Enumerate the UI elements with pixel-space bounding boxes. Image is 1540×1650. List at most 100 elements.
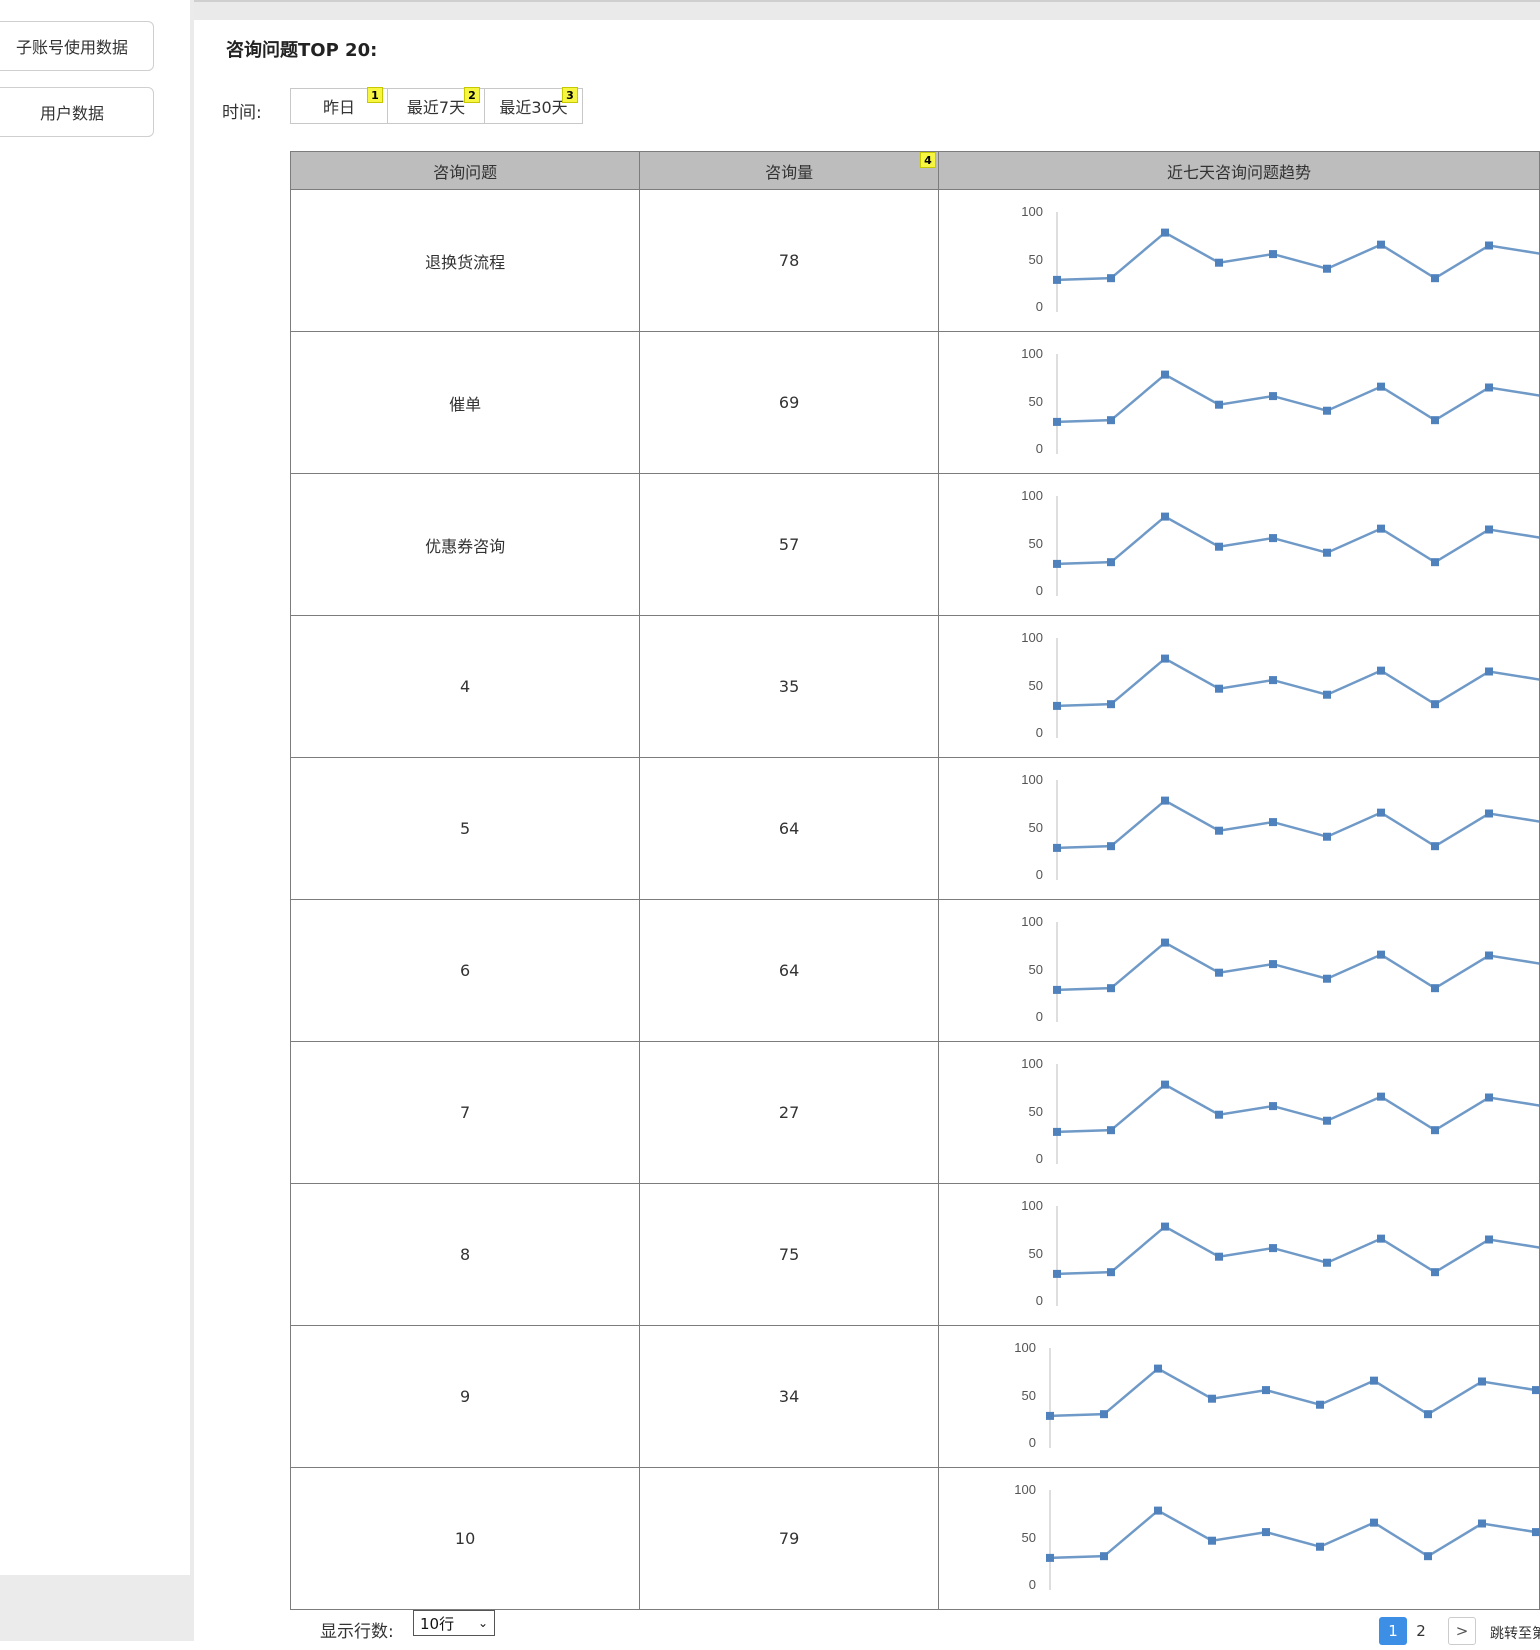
data-point <box>1214 400 1223 409</box>
y-tick-label: 100 <box>1021 772 1043 787</box>
data-point <box>1376 666 1385 675</box>
data-point <box>1484 1235 1493 1244</box>
trend-series-line <box>1056 941 1539 992</box>
table-footer: 显示行数: 10行 ⌄ 1 2 > 跳转至第 <box>194 1590 1540 1650</box>
data-point <box>1315 1542 1324 1551</box>
data-point <box>1376 1092 1385 1101</box>
y-tick-label: 50 <box>1022 1530 1036 1545</box>
data-point <box>1106 700 1115 709</box>
y-tick-label: 50 <box>1029 820 1043 835</box>
column-header-label: 咨询量 <box>765 162 814 182</box>
data-point <box>1214 684 1223 693</box>
data-point <box>1423 1552 1432 1561</box>
data-point <box>1214 1110 1223 1119</box>
tab-last-7-days[interactable]: 最近7天 2 <box>388 87 485 123</box>
data-point <box>1160 938 1169 947</box>
trend-line-chart: 100500 <box>1014 1482 1539 1592</box>
data-point <box>1322 548 1331 557</box>
data-point <box>1214 258 1223 267</box>
y-tick-label: 50 <box>1029 1104 1043 1119</box>
trend-chart-cell: 100 50 0 <box>937 189 1540 332</box>
data-point <box>1322 690 1331 699</box>
data-point <box>1106 1126 1115 1135</box>
data-point <box>1099 1552 1108 1561</box>
data-point <box>1430 700 1439 709</box>
data-point <box>1052 985 1061 994</box>
data-point <box>1315 1400 1324 1409</box>
data-point <box>1322 1116 1331 1125</box>
y-tick-label: 100 <box>1021 488 1043 503</box>
data-point <box>1106 558 1115 567</box>
data-point <box>1376 382 1385 391</box>
time-filter-tabs: 昨日 1 最近7天 2 最近30天 3 <box>290 87 583 124</box>
trend-chart-cell: 100 50 0 <box>937 757 1540 900</box>
trend-line-chart: 100500 <box>1021 346 1539 456</box>
trend-chart-cell: 100 50 0 <box>937 1467 1540 1610</box>
data-point <box>1160 796 1169 805</box>
data-point <box>1045 1553 1054 1562</box>
sidebar-item-label: 用户数据 <box>39 104 104 123</box>
top-strip <box>0 0 1540 20</box>
data-point <box>1531 1528 1539 1537</box>
data-point <box>1214 1252 1223 1261</box>
data-point <box>1207 1394 1216 1403</box>
rows-per-page-select[interactable]: 10行 ⌄ <box>413 1610 495 1636</box>
trend-line-chart: 100500 <box>1021 488 1539 598</box>
data-point <box>1106 842 1115 851</box>
data-point <box>1160 654 1169 663</box>
trend-series-line <box>1056 1225 1539 1276</box>
y-tick-label: 0 <box>1029 1435 1036 1450</box>
data-point <box>1106 984 1115 993</box>
trend-line-chart: 100500 <box>1014 1340 1539 1450</box>
question-cell: 9 <box>289 1325 641 1468</box>
y-tick-label: 100 <box>1021 1056 1043 1071</box>
data-point <box>1430 1268 1439 1277</box>
table-row: 6 64 100 50 0 <box>289 899 1540 1042</box>
y-tick-label: 0 <box>1036 583 1043 598</box>
data-point <box>1484 525 1493 534</box>
data-point <box>1430 1126 1439 1135</box>
table-row: 10 79 100 50 0 <box>289 1467 1540 1610</box>
trend-line-chart: 100500 <box>1021 1056 1539 1166</box>
data-point <box>1484 667 1493 676</box>
tab-yesterday[interactable]: 昨日 1 <box>291 87 388 123</box>
sidebar-item-user-data[interactable]: 用户数据 <box>0 87 154 137</box>
data-point <box>1322 832 1331 841</box>
data-point <box>1268 534 1277 543</box>
data-point <box>1160 1222 1169 1231</box>
data-point <box>1261 1528 1270 1537</box>
y-tick-label: 0 <box>1036 867 1043 882</box>
annotation-badge: 4 <box>919 152 936 168</box>
data-point <box>1423 1410 1432 1419</box>
tab-label: 最近30天 <box>499 98 568 117</box>
tab-last-30-days[interactable]: 最近30天 3 <box>485 87 582 123</box>
data-point <box>1430 842 1439 851</box>
question-cell: 6 <box>289 899 641 1042</box>
data-point <box>1268 676 1277 685</box>
trend-chart-cell: 100 50 0 <box>937 1325 1540 1468</box>
question-cell: 7 <box>289 1041 641 1184</box>
data-point <box>1322 264 1331 273</box>
table-header-row: 咨询问题 咨询量 4 近七天咨询问题趋势 <box>289 151 1540 190</box>
data-point <box>1052 275 1061 284</box>
sidebar-item-sub-account-data[interactable]: 子账号使用数据 <box>0 21 154 71</box>
table-row: 4 35 100 50 0 <box>289 615 1540 758</box>
data-point <box>1261 1386 1270 1395</box>
trend-series-line <box>1056 657 1539 708</box>
data-point <box>1531 1386 1539 1395</box>
data-point <box>1369 1376 1378 1385</box>
main-content: 咨询问题TOP 20: 时间: 昨日 1 最近7天 2 最近30天 3 咨询问题… <box>194 20 1540 1645</box>
table-body: 退换货流程 78 100 50 0 催单 69 100 50 0 优惠券咨询 57 100 50 0 4 35 1… <box>289 189 1540 1610</box>
count-cell: 35 <box>639 615 939 758</box>
question-cell: 退换货流程 <box>289 189 641 332</box>
data-point <box>1268 818 1277 827</box>
annotation-badge: 1 <box>367 87 383 103</box>
table-row: 8 75 100 50 0 <box>289 1183 1540 1326</box>
data-point <box>1052 559 1061 568</box>
data-point <box>1484 241 1493 250</box>
trend-chart-cell: 100 50 0 <box>937 1041 1540 1184</box>
trend-series-line <box>1056 231 1539 282</box>
y-tick-label: 0 <box>1036 1293 1043 1308</box>
trend-series-line <box>1049 1367 1537 1418</box>
trend-series-line <box>1056 515 1539 566</box>
